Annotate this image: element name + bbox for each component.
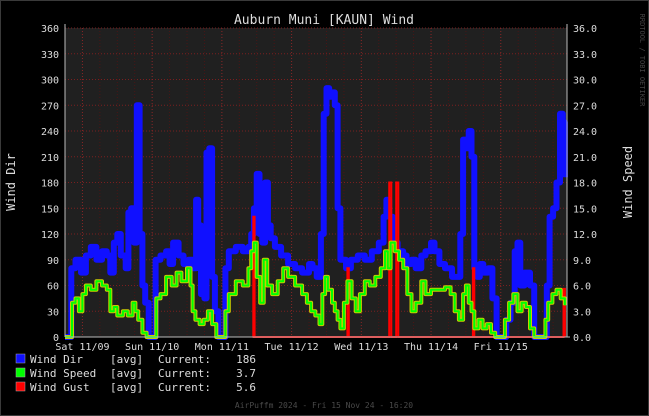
legend-name: Wind Dir bbox=[30, 353, 83, 366]
legend-aggregate: [avg] bbox=[110, 381, 143, 394]
y-left-tick-label: 210 bbox=[41, 153, 59, 164]
legend-aggregate: [avg] bbox=[110, 367, 143, 380]
legend-name: Wind Gust bbox=[30, 381, 90, 394]
y-left-tick-label: 240 bbox=[41, 127, 59, 138]
y-right-tick-label: 36.0 bbox=[573, 24, 597, 35]
y-right-tick-label: 9.0 bbox=[573, 256, 591, 267]
y-left-tick-label: 60 bbox=[47, 282, 59, 293]
legend-current-value: 5.6 bbox=[236, 381, 256, 394]
chart-title: Auburn Muni [KAUN] Wind bbox=[234, 13, 414, 28]
legend-current-label: Current: bbox=[158, 381, 211, 394]
footer: AirPuffm 2024 - Fri 15 Nov 24 - 16:20 bbox=[235, 401, 413, 410]
y-right-tick-label: 27.0 bbox=[573, 101, 597, 112]
legend-swatch bbox=[15, 367, 26, 378]
y-left-tick-label: 150 bbox=[41, 204, 59, 215]
y-left-tick-label: 180 bbox=[41, 179, 59, 190]
y-left-tick-label: 270 bbox=[41, 101, 59, 112]
y-right-tick-label: 30.0 bbox=[573, 76, 597, 87]
legend-current-value: 3.7 bbox=[236, 367, 256, 380]
right-axis-label: Wind Speed bbox=[621, 146, 635, 218]
wind-chart: Auburn Muni [KAUN] Wind Wind Dir Wind Sp… bbox=[0, 0, 649, 416]
y-right-tick-label: 18.0 bbox=[573, 179, 597, 190]
legend-swatch bbox=[15, 353, 26, 364]
y-left-tick-label: 360 bbox=[41, 24, 59, 35]
x-tick-label: Wed 11/13 bbox=[334, 342, 388, 353]
y-right-tick-label: 15.0 bbox=[573, 204, 597, 215]
x-tick-label: Thu 11/14 bbox=[404, 342, 458, 353]
y-right-tick-label: 24.0 bbox=[573, 127, 597, 138]
y-right-tick-label: 3.0 bbox=[573, 307, 591, 318]
legend-current-label: Current: bbox=[158, 367, 211, 380]
legend-name: Wind Speed bbox=[30, 367, 96, 380]
y-left-tick-label: 300 bbox=[41, 76, 59, 87]
x-tick-label: Tue 11/12 bbox=[265, 342, 319, 353]
watermark: RRDTOOL / TOBI OETIKER bbox=[638, 14, 646, 108]
y-right-tick-label: 0.0 bbox=[573, 333, 591, 344]
x-tick-label: Sat 11/09 bbox=[55, 342, 109, 353]
left-axis-label: Wind Dir bbox=[4, 153, 18, 211]
y-left-tick-label: 330 bbox=[41, 50, 59, 61]
legend-aggregate: [avg] bbox=[110, 353, 143, 366]
x-tick-label: Sun 11/10 bbox=[125, 342, 179, 353]
legend-current-label: Current: bbox=[158, 353, 211, 366]
y-left-tick-label: 120 bbox=[41, 230, 59, 241]
y-right-tick-label: 33.0 bbox=[573, 50, 597, 61]
y-right-tick-label: 6.0 bbox=[573, 282, 591, 293]
x-tick-label: Fri 11/15 bbox=[474, 342, 528, 353]
y-right-tick-label: 12.0 bbox=[573, 230, 597, 241]
y-right-tick-label: 21.0 bbox=[573, 153, 597, 164]
legend-current-value: 186 bbox=[236, 353, 256, 366]
y-left-tick-label: 30 bbox=[47, 307, 59, 318]
y-left-tick-label: 90 bbox=[47, 256, 59, 267]
x-tick-label: Mon 11/11 bbox=[195, 342, 249, 353]
legend-swatch bbox=[15, 381, 26, 392]
